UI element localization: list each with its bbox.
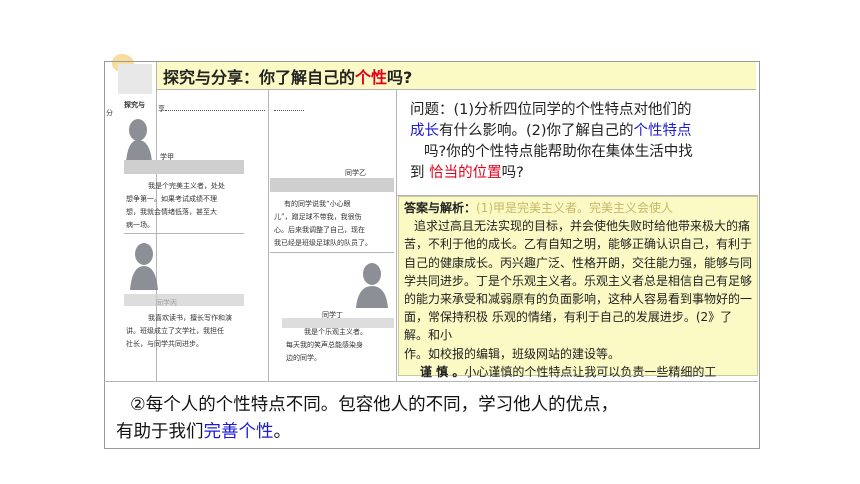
question-divider <box>396 90 397 381</box>
side-label: 分 <box>106 109 113 117</box>
panel-label: 探究与 <box>124 100 145 109</box>
student-b-text: 有的同学说我“小心眼 儿”，蹭足球不带我，我很伤 心。后来我调整了自己，现在 我… <box>274 200 372 247</box>
question-text: 问题：(1)分析四位同学的个性特点对他们的 成长有什么影响。(2)你了解自己的个… <box>410 102 693 181</box>
silhouette-icon <box>130 243 158 290</box>
silhouette-icon <box>126 119 152 162</box>
student-c-text: 我喜欢读书，擅长写作和演 讲。班级成立了文学社，我担任 社长，与同学共同进步。 <box>126 314 232 348</box>
dotted-rule <box>165 110 265 111</box>
student-d-text: 我是个乐观主义者。 每天我的笑声总能感染身 边的同学。 <box>286 328 367 362</box>
header-title: 探究与分享：你了解自己的个性吗? <box>163 68 413 87</box>
grey-strip-c <box>124 294 244 306</box>
cell-divider-d <box>270 252 394 253</box>
cell-divider <box>124 233 244 234</box>
answer-text: 答案与解析：(1)甲是完美主义者。完美主义会使人 追求过高且无法实现的目标，并会… <box>404 201 753 379</box>
grey-strip-b <box>270 178 394 192</box>
conclusion-text: ②每个人的个性特点不同。包容他人的不同，学习他人的优点， 有助于我们完善个性。 <box>116 395 619 442</box>
silhouette-icon <box>356 263 388 308</box>
dotted-rule-b <box>274 110 304 111</box>
mid-divider <box>268 90 269 381</box>
student-a-text: 我是个完美主义者，处处 想争第一。如果考试成绩不理 想，我就会情绪低落，甚至大 … <box>126 182 225 229</box>
top-label: 享 <box>158 105 165 113</box>
conclusion-divider <box>104 381 758 382</box>
grey-strip <box>124 160 244 174</box>
